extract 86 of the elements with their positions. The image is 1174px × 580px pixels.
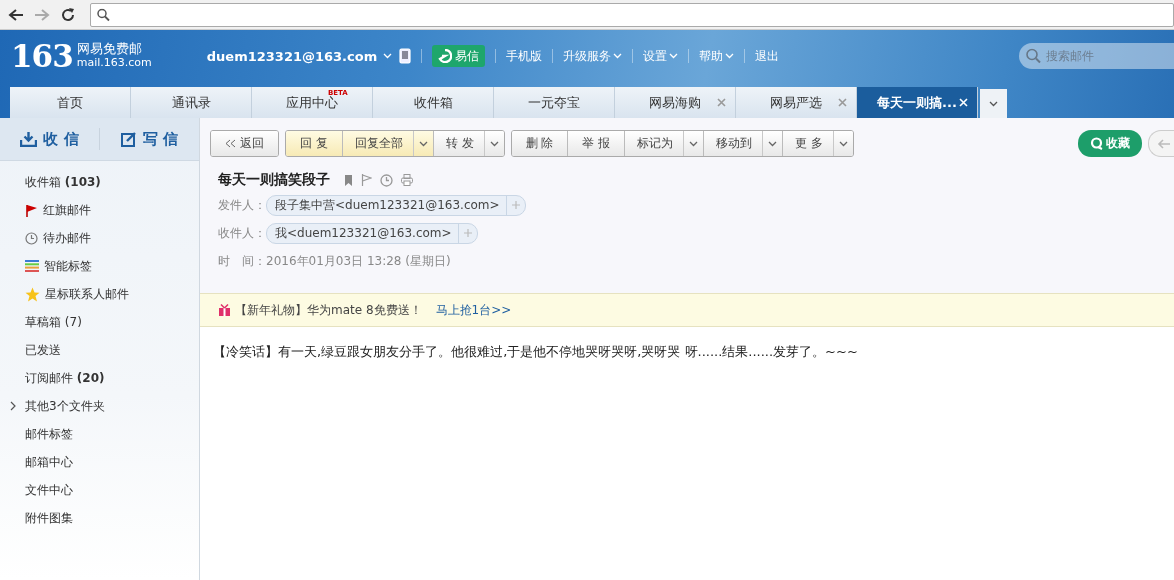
clock-icon <box>25 231 38 245</box>
forward-icon[interactable] <box>34 7 50 22</box>
contact-chip[interactable]: 段子集中营<duem123321@163.com> <box>266 194 526 216</box>
caret-icon <box>725 53 735 59</box>
phone-icon[interactable] <box>399 48 412 64</box>
dropdown-button[interactable] <box>684 131 705 156</box>
download-icon <box>20 131 38 147</box>
promo-text: 【新年礼物】华为mate 8免费送！ <box>235 301 422 319</box>
tab[interactable]: 一元夺宝 <box>494 87 615 118</box>
tab[interactable]: 通讯录 <box>131 87 252 118</box>
compose-button[interactable]: 写 信 <box>100 118 199 160</box>
toolbar-button[interactable]: 移动到 <box>704 131 764 156</box>
plus-icon <box>511 201 520 209</box>
folder-link[interactable]: 智能标签 <box>44 257 92 275</box>
folder-link[interactable]: 待办邮件 <box>43 229 91 247</box>
field-label: 收件人： <box>218 224 266 242</box>
toolbar-button[interactable]: 更 多 <box>783 131 835 156</box>
dropdown-button[interactable] <box>763 131 784 156</box>
folder-link[interactable]: 红旗邮件 <box>43 201 91 219</box>
gift-icon <box>218 304 231 316</box>
tab[interactable]: 网易严选 <box>736 87 857 118</box>
folder-link[interactable]: 草稿箱 (7) <box>25 313 82 331</box>
toolbar-button[interactable]: 举 报 <box>568 131 626 156</box>
contact-chip[interactable]: 我<duem123321@163.com> <box>266 222 478 244</box>
folder-link[interactable]: 收件箱 (103) <box>25 173 101 191</box>
promo-link[interactable]: 马上抢1台>> <box>435 301 512 319</box>
search-icon <box>1026 48 1041 64</box>
folder-link[interactable]: 文件中心 <box>25 481 73 499</box>
folder-link[interactable]: 邮件标签 <box>25 425 73 443</box>
caret-icon <box>768 140 778 147</box>
color-tags-icon <box>25 260 39 272</box>
toolbar-button[interactable]: 回复全部 <box>342 131 414 156</box>
dropdown-button[interactable] <box>413 131 434 156</box>
toolbar-button[interactable]: 回 复 <box>286 131 343 156</box>
folder-link[interactable]: 星标联系人邮件 <box>45 285 129 303</box>
search-icon <box>97 8 110 21</box>
reload-icon[interactable] <box>60 6 76 23</box>
flag-outline-icon[interactable] <box>361 174 372 186</box>
double-chevron-icon <box>225 139 236 148</box>
logo-number: 163 <box>11 38 73 74</box>
toolbar-button[interactable]: 转 发 <box>433 131 485 156</box>
account-menu[interactable]: duem123321@163.com <box>206 48 393 64</box>
bookmark-icon[interactable] <box>344 174 353 186</box>
tab-list-button[interactable] <box>980 89 1007 118</box>
caret-icon <box>383 53 393 59</box>
back-button[interactable]: 返回 <box>211 131 278 156</box>
dropdown-button[interactable] <box>834 131 854 156</box>
caret-icon <box>689 140 699 147</box>
field-label: 发件人： <box>218 196 266 214</box>
tab[interactable]: 每天一则搞... <box>857 87 978 118</box>
date-text: 2016年01月03日 13:28 (星期日) <box>266 252 451 270</box>
folder-link[interactable]: 已发送 <box>25 341 61 359</box>
previous-button[interactable] <box>1148 130 1174 157</box>
yixin-logo-icon <box>438 49 453 63</box>
toolbar-button[interactable]: 删 除 <box>511 131 569 156</box>
flag-icon <box>25 203 38 217</box>
caret-icon <box>839 140 849 147</box>
caret-icon <box>613 53 623 59</box>
edit-icon <box>120 131 137 147</box>
left-arrow-icon <box>1157 138 1171 149</box>
address-bar[interactable] <box>90 2 1174 27</box>
caret-icon <box>418 140 428 147</box>
clock-icon[interactable] <box>380 173 393 187</box>
field-label: 时 间： <box>218 252 266 270</box>
logo-name: 网易免费邮 <box>76 42 143 56</box>
folder-link[interactable]: 附件图集 <box>25 509 73 527</box>
tab[interactable]: 网易海购 <box>615 87 736 118</box>
back-icon[interactable] <box>8 7 24 22</box>
plus-icon <box>463 229 472 237</box>
tab[interactable]: 首页 <box>10 87 131 118</box>
chevron-icon[interactable] <box>10 401 17 411</box>
caret-icon <box>669 53 679 59</box>
bubble-icon <box>1090 137 1103 150</box>
folder-link[interactable]: 邮箱中心 <box>25 453 73 471</box>
logo-domain: mail.163.com <box>76 56 152 70</box>
folder-link[interactable]: 其他3个文件夹 <box>25 397 105 415</box>
toolbar-button[interactable]: 标记为 <box>625 131 685 156</box>
receive-button[interactable]: 收 信 <box>0 118 99 160</box>
tab[interactable]: 收件箱 <box>373 87 494 118</box>
print-icon[interactable] <box>401 174 413 186</box>
email-subject: 每天一则搞笑段子 <box>218 171 330 189</box>
caret-icon <box>989 100 998 107</box>
caret-icon <box>489 140 499 147</box>
star-icon <box>25 286 40 302</box>
folder-link[interactable]: 订阅邮件 (20) <box>25 369 105 387</box>
email-body-text: 【冷笑话】有一天,绿豆跟女朋友分手了。他很难过,于是他不停地哭呀哭呀,哭呀哭 呀......结果......发芽了。~~~ <box>212 343 859 361</box>
